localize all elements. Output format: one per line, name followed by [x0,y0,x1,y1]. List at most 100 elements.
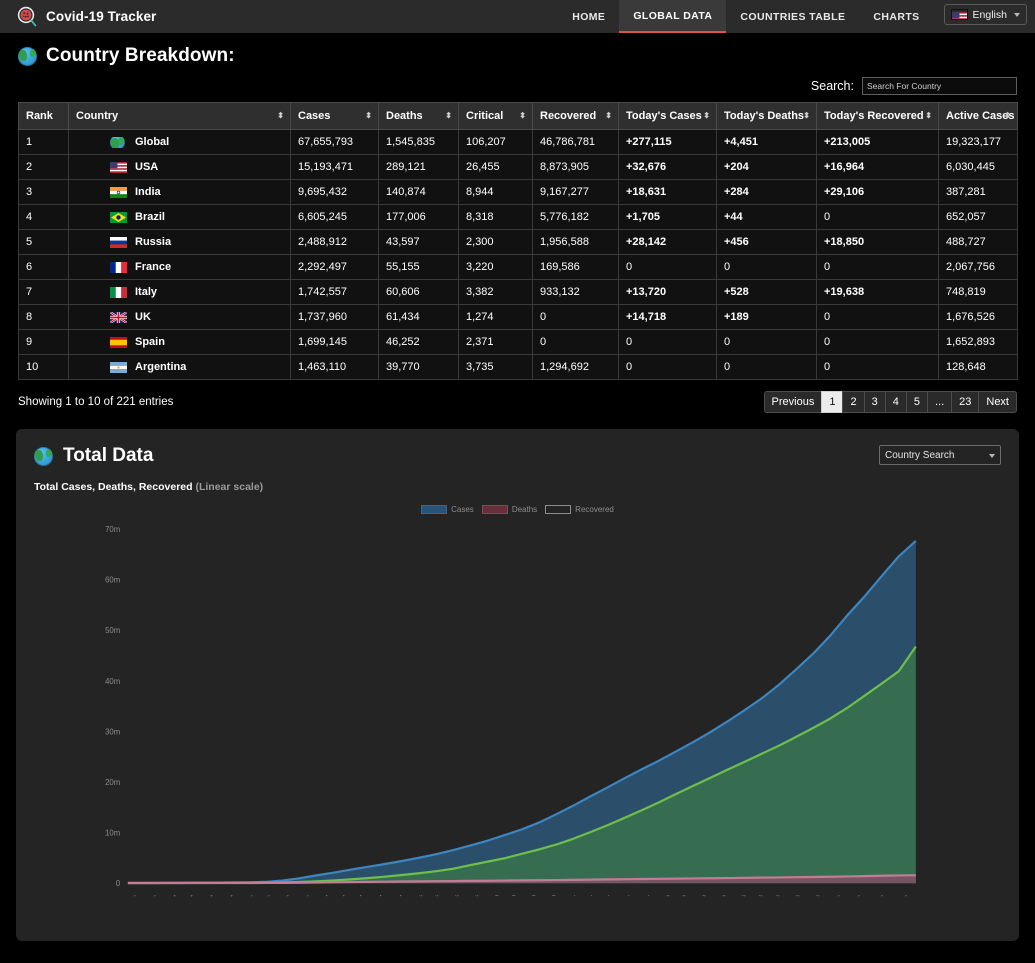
cell-todays-cases: +277,115 [618,129,717,155]
cell-active-cases: 1,652,893 [938,329,1018,355]
language-selector[interactable]: English [943,4,1027,25]
column-label: Today's Deaths [724,110,805,122]
page-header: Country Breakdown: [0,33,1035,77]
cell-todays-recovered: 0 [816,204,939,230]
column-header-deaths[interactable]: Deaths ⬍ [378,102,459,130]
cell-todays-cases: 0 [618,329,717,355]
sort-icon: ⬍ [803,111,810,120]
pagination-page-4[interactable]: 4 [884,391,907,413]
nav-link-countries-table[interactable]: COUNTRIES TABLE [726,0,859,33]
sort-icon: ⬍ [365,111,372,120]
nav-link-charts[interactable]: CHARTS [859,0,933,33]
country-name: India [135,186,161,198]
country-search-select[interactable]: Country Search [879,445,1001,465]
pagination-page-...[interactable]: ... [926,391,953,413]
cell-rank: 3 [18,179,69,205]
table-row[interactable]: 8 UK 1,737,960 61,434 1,274 0 +14,718 +189 0 1,67… [18,304,1018,330]
cell-deaths: 43,597 [378,229,459,255]
cell-deaths: 140,874 [378,179,459,205]
sort-icon: ⬍ [445,111,452,120]
cell-critical: 1,274 [458,304,533,330]
y-axis-tick-label: 50m [105,626,120,635]
virus-magnifier-icon [16,6,38,28]
table-row[interactable]: 7 Italy 1,742,557 60,606 3,382 933,132 +13,720… [18,279,1018,305]
table-row[interactable]: 6 France 2,292,497 55,155 3,220 169,586 0 0 0 2,0… [18,254,1018,280]
column-header-todays-deaths[interactable]: Today's Deaths ⬍ [716,102,817,130]
chevron-down-icon [989,454,995,458]
nav-link-global-data[interactable]: GLOBAL DATA [619,0,727,33]
cell-rank: 7 [18,279,69,305]
cell-rank: 5 [18,229,69,255]
pagination-page-2[interactable]: 2 [842,391,865,413]
table-row[interactable]: 2 USA 15,193,471 289,121 26,455 8,873,905 +32,… [18,154,1018,180]
column-header-critical[interactable]: Critical ⬍ [458,102,533,130]
legend-label-recovered: Recovered [575,505,614,514]
table-row[interactable]: 3 India 9,695,432 140,874 8,944 9,167,277 +18,… [18,179,1018,205]
total-data-title: Total Data [63,445,154,466]
table-row[interactable]: 10 Argentina 1,463,110 39,770 3,735 1,294,692… [18,354,1018,380]
cell-cases: 1,742,557 [290,279,379,305]
search-label: Search: [810,79,854,93]
legend-item-cases[interactable]: Cases [421,505,474,514]
language-label: English [972,8,1007,21]
cell-todays-cases: 0 [618,254,717,280]
country-name: UK [135,311,151,323]
cell-active-cases: 488,727 [938,229,1018,255]
pagination-page-23[interactable]: 23 [951,391,980,413]
cell-critical: 3,382 [458,279,533,305]
column-header-active-cases[interactable]: Active Cases ⬍ [938,102,1018,130]
cell-critical: 3,735 [458,354,533,380]
cell-recovered: 5,776,182 [532,204,619,230]
column-header-cases[interactable]: Cases ⬍ [290,102,379,130]
country-name: Argentina [135,361,187,373]
legend-swatch-recovered [545,505,572,514]
sort-icon: ⬍ [277,111,284,120]
legend-item-deaths[interactable]: Deaths [481,505,537,514]
country-name: Russia [135,236,172,248]
cell-active-cases: 2,067,756 [938,254,1018,280]
cell-country: Italy [68,279,291,305]
brazil-flag-icon [110,211,127,223]
showing-entries-text: Showing 1 to 10 of 221 entries [18,396,174,408]
cell-todays-recovered: +213,005 [816,129,939,155]
pagination-previous[interactable]: Previous [763,391,823,413]
cell-cases: 2,488,912 [290,229,379,255]
cell-todays-recovered: 0 [816,254,939,280]
cell-active-cases: 1,676,526 [938,304,1018,330]
cell-todays-recovered: 0 [816,304,939,330]
search-input[interactable] [862,77,1017,95]
cell-todays-recovered: +19,638 [816,279,939,305]
column-header-recovered[interactable]: Recovered ⬍ [532,102,619,130]
cell-critical: 8,944 [458,179,533,205]
pagination-page-5[interactable]: 5 [905,391,928,413]
nav-link-home[interactable]: HOME [558,0,619,33]
legend-item-recovered[interactable]: Recovered [545,505,614,514]
table-row[interactable]: 1 Global 67,655,793 1,545,835 106,207 46,786,… [18,129,1018,155]
pagination-next[interactable]: Next [978,391,1017,413]
column-header-country[interactable]: Country ⬍ [68,102,291,130]
cell-cases: 1,699,145 [290,329,379,355]
table-row[interactable]: 5 Russia 2,488,912 43,597 2,300 1,956,588 +28,… [18,229,1018,255]
pagination-page-1[interactable]: 1 [821,391,844,413]
brand[interactable]: Covid-19 Tracker [16,6,156,28]
column-header-todays-cases[interactable]: Today's Cases ⬍ [618,102,717,130]
chart-plot-svg: 0 10m 20m 30m 40m 50m 60m 70m [105,525,917,888]
chart-subtitle: Total Cases, Deaths, Recovered (Linear s… [34,481,1001,493]
total-data-chart: Cases Deaths Recovered 0 10m 20m 30m 40m 50m 6… [34,501,1001,931]
us-flag-icon [950,9,968,20]
cell-todays-deaths: +44 [716,204,817,230]
table-row[interactable]: 9 Spain 1,699,145 46,252 2,371 0 0 0 0 1,652,893 [18,329,1018,355]
brand-title: Covid-19 Tracker [46,9,157,24]
cell-recovered: 1,956,588 [532,229,619,255]
y-axis-tick-label: 30m [105,727,120,736]
cell-active-cases: 748,819 [938,279,1018,305]
country-breakdown-table-wrap: Rank Country ⬍ Cases ⬍ Deaths ⬍ Critical ⬍ R… [0,102,1035,380]
cell-country: India [68,179,291,205]
pagination-page-3[interactable]: 3 [863,391,886,413]
column-header-todays-recovered[interactable]: Today's Recovered ⬍ [816,102,939,130]
table-row[interactable]: 4 Brazil 6,605,245 177,006 8,318 5,776,182 +1,… [18,204,1018,230]
cell-cases: 1,463,110 [290,354,379,380]
total-data-panel: Total Data Country Search Total Cases, D… [16,429,1019,941]
column-header-rank[interactable]: Rank [18,102,69,130]
cell-rank: 10 [18,354,69,380]
